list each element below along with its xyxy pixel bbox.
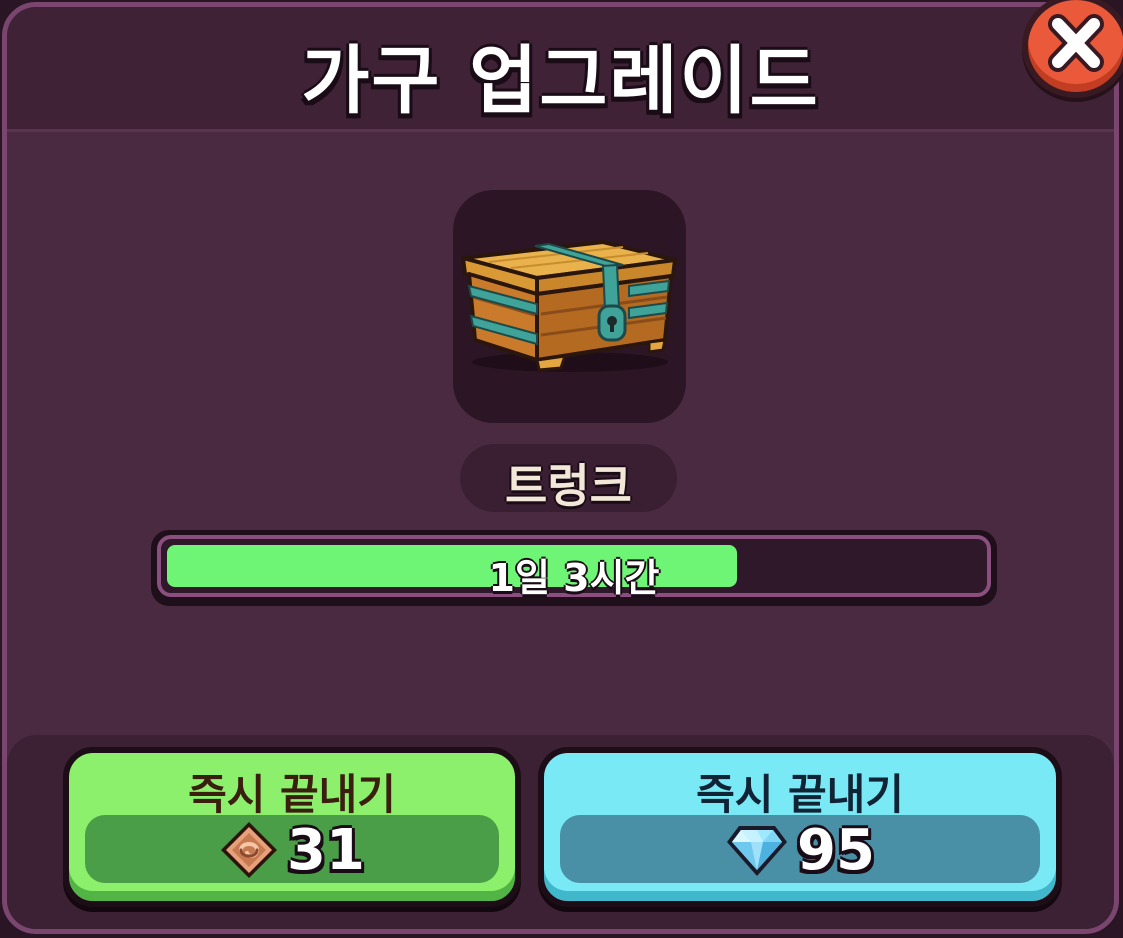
progress-track: 1일 3시간 xyxy=(157,535,991,600)
diamond-icon xyxy=(727,826,788,876)
item-name-pill: 트렁크 xyxy=(460,444,677,513)
treasure-chest-icon xyxy=(461,240,677,372)
close-icon xyxy=(1048,14,1104,72)
cost-panel: 31 xyxy=(85,815,499,883)
instant-finish-diamond-button[interactable]: 즉시 끝내기 95 xyxy=(538,747,1062,907)
button-label: 즉시 끝내기 xyxy=(188,770,396,819)
item-image-frame xyxy=(453,190,686,423)
upgrade-progress-bar: 1일 3시간 xyxy=(151,530,997,606)
bronze-token-icon xyxy=(221,822,278,878)
dialog-header: 가구 업그레이드 xyxy=(7,7,1114,132)
item-name: 트렁크 xyxy=(505,459,632,513)
cost-panel: 95 xyxy=(560,815,1040,883)
time-remaining-label: 1일 3시간 xyxy=(488,556,660,600)
token-cost: 31 xyxy=(287,817,365,883)
diamond-cost: 95 xyxy=(797,817,875,883)
dialog-title: 가구 업그레이드 xyxy=(301,38,820,124)
instant-finish-token-button[interactable]: 즉시 끝내기 31 xyxy=(63,747,521,907)
button-label: 즉시 끝내기 xyxy=(696,770,904,819)
